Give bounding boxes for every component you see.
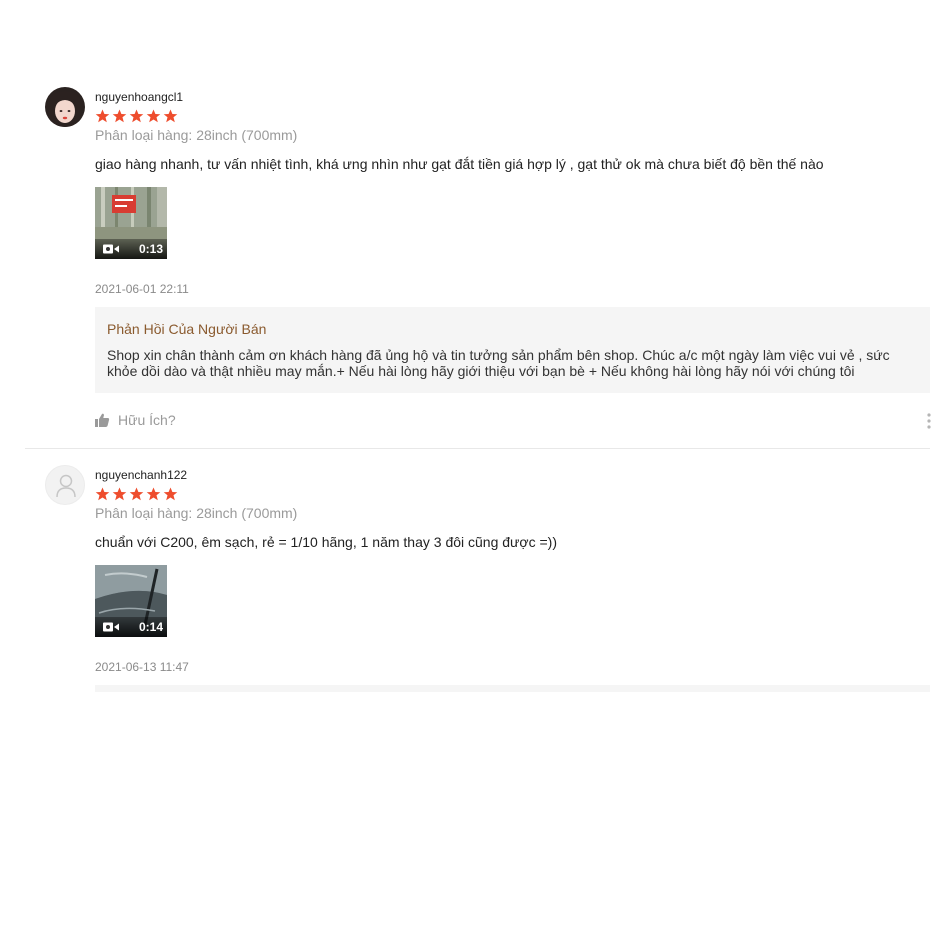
star-rating bbox=[95, 109, 178, 123]
review-divider bbox=[25, 448, 930, 449]
review-timestamp: 2021-06-13 11:47 bbox=[95, 660, 189, 674]
user-avatar[interactable] bbox=[45, 87, 85, 127]
review-comment: chuẩn với C200, êm sạch, rẻ = 1/10 hãng,… bbox=[95, 534, 557, 550]
seller-reply-title: Phản Hồi Của Người Bán bbox=[107, 321, 267, 337]
star-icon bbox=[129, 487, 144, 501]
star-icon bbox=[129, 109, 144, 123]
thumbs-up-icon bbox=[95, 413, 110, 427]
star-icon bbox=[95, 487, 110, 501]
video-overlay-bar: 0:13 bbox=[95, 239, 167, 259]
helpful-label: Hữu Ích? bbox=[118, 412, 176, 428]
default-avatar-icon bbox=[56, 474, 76, 498]
star-icon bbox=[95, 109, 110, 123]
review-video-thumbnail[interactable]: 0:14 bbox=[95, 565, 167, 637]
user-avatar[interactable] bbox=[45, 465, 85, 505]
review-comment: giao hàng nhanh, tư vấn nhiệt tình, khá … bbox=[95, 156, 824, 172]
review-username[interactable]: nguyenhoangcl1 bbox=[95, 90, 183, 104]
product-variant: Phân loại hàng: 28inch (700mm) bbox=[95, 505, 298, 521]
seller-reply-text: Shop xin chân thành cảm ơn khách hàng đã… bbox=[107, 347, 890, 379]
star-icon bbox=[146, 109, 161, 123]
video-camera-icon bbox=[103, 622, 119, 632]
review-username[interactable]: nguyenchanh122 bbox=[95, 468, 187, 482]
review-timestamp: 2021-06-01 22:11 bbox=[95, 282, 189, 296]
avatar-photo bbox=[49, 91, 81, 127]
review-video-thumbnail[interactable]: 0:13 bbox=[95, 187, 167, 259]
star-icon bbox=[112, 109, 127, 123]
star-rating bbox=[95, 487, 178, 501]
star-icon bbox=[112, 487, 127, 501]
product-variant: Phân loại hàng: 28inch (700mm) bbox=[95, 127, 298, 143]
star-icon bbox=[163, 109, 178, 123]
more-dots-icon[interactable] bbox=[927, 413, 931, 429]
video-camera-icon bbox=[103, 244, 119, 254]
seller-reply-box: Phản Hồi Của Người Bán Shop xin chân thà… bbox=[95, 307, 930, 393]
star-icon bbox=[163, 487, 178, 501]
video-overlay-bar: 0:14 bbox=[95, 617, 167, 637]
helpful-button[interactable]: Hữu Ích? bbox=[95, 412, 176, 428]
video-duration: 0:14 bbox=[138, 620, 163, 634]
seller-reply-box bbox=[95, 685, 930, 692]
video-duration: 0:13 bbox=[138, 242, 163, 256]
star-icon bbox=[146, 487, 161, 501]
